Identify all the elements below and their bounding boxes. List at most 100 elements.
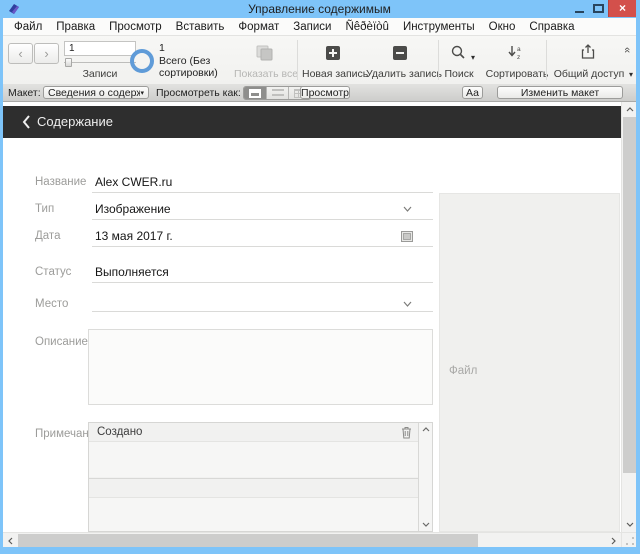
field-underline <box>92 246 433 247</box>
scroll-right-button[interactable] <box>606 533 621 547</box>
maximize-icon[interactable] <box>593 4 604 13</box>
resize-grip-icon <box>626 537 634 545</box>
scroll-up-icon[interactable] <box>422 427 430 432</box>
scroll-right-icon <box>611 537 616 544</box>
layout-bar: Макет: Сведения о содержимом ▾ Просмотре… <box>3 84 636 102</box>
delete-record-button[interactable]: Удалить запись <box>366 68 442 80</box>
notes-row[interactable]: Создано <box>89 423 418 441</box>
scroll-down-button[interactable] <box>622 517 636 532</box>
description-field-value[interactable] <box>88 329 433 405</box>
scroll-down-icon <box>626 522 633 527</box>
view-as-label: Просмотреть как: <box>156 87 241 99</box>
sort-button[interactable]: Сортировать <box>484 68 550 80</box>
trash-icon[interactable] <box>401 426 412 439</box>
record-slider[interactable] <box>64 62 136 63</box>
view-form-button[interactable] <box>244 87 266 99</box>
vertical-scrollbar[interactable] <box>621 102 636 532</box>
file-field-label: Файл <box>449 365 478 377</box>
content-header-title: Содержание <box>37 114 113 129</box>
record-number-input[interactable] <box>64 41 136 56</box>
field-underline <box>92 219 433 220</box>
menu-tools[interactable]: Инструменты <box>396 21 482 33</box>
horizontal-scrollbar[interactable] <box>3 532 621 547</box>
close-icon[interactable]: × <box>608 0 636 17</box>
content-header[interactable]: Содержание <box>3 106 621 138</box>
back-chevron-icon[interactable] <box>22 115 31 129</box>
status-toolbar: ‹ › Записи 1 Всего (Без сортировки) Пока… <box>3 36 636 84</box>
scroll-down-icon[interactable] <box>422 522 430 527</box>
file-container-field[interactable]: Файл <box>439 193 620 532</box>
notes-row-text[interactable]: Создано <box>97 426 142 438</box>
collapse-toolbar-icon[interactable]: « <box>621 47 633 53</box>
menu-format[interactable]: Формат <box>231 21 286 33</box>
layout-content: Содержание Название Alex CWER.ru Тип Изо… <box>3 102 621 532</box>
show-all-icon <box>256 45 273 61</box>
status-field-value[interactable]: Выполняется <box>95 265 169 279</box>
svg-text:a: a <box>517 46 521 53</box>
date-field-value[interactable]: 13 мая 2017 г. <box>95 229 173 243</box>
preview-button[interactable]: Просмотр <box>300 86 350 99</box>
horizontal-scrollbar-thumb[interactable] <box>18 534 478 547</box>
scroll-left-button[interactable] <box>3 533 18 547</box>
notes-portal: Создано <box>88 422 433 532</box>
layout-selector[interactable]: Сведения о содержимом ▾ <box>43 86 149 99</box>
place-dropdown-icon[interactable] <box>403 301 412 307</box>
notes-row[interactable] <box>89 479 418 497</box>
found-set-pie-icon[interactable] <box>130 49 154 73</box>
scroll-up-icon <box>626 107 633 112</box>
scroll-up-button[interactable] <box>622 102 636 117</box>
notes-row-body[interactable] <box>89 441 418 477</box>
found-label-line2: сортировки) <box>159 67 218 79</box>
sort-icon: a z <box>508 46 521 61</box>
status-field-label: Статус <box>35 266 72 278</box>
portal-scrollbar[interactable] <box>418 423 432 531</box>
minimize-icon[interactable] <box>575 11 584 13</box>
type-dropdown-icon[interactable] <box>403 206 412 212</box>
notes-row-body[interactable] <box>89 497 418 531</box>
field-underline <box>92 311 433 312</box>
menu-scripts[interactable]: Ñêðèïòû <box>338 21 395 33</box>
show-all-button[interactable]: Показать все <box>233 68 299 80</box>
found-count-block: 1 Всего (Без сортировки) <box>159 42 218 80</box>
new-record-button[interactable]: Новая запись <box>302 68 368 80</box>
edit-layout-button[interactable]: Изменить макет <box>497 86 623 99</box>
resize-grip[interactable] <box>621 532 636 547</box>
type-field-value[interactable]: Изображение <box>95 202 171 216</box>
menu-window[interactable]: Окно <box>482 21 523 33</box>
menu-file[interactable]: Файл <box>7 21 49 33</box>
next-record-button[interactable]: › <box>34 43 59 64</box>
find-button[interactable]: Поиск <box>439 68 479 80</box>
vertical-scrollbar-thumb[interactable] <box>623 117 636 473</box>
layout-label: Макет: <box>8 87 41 99</box>
date-field-label: Дата <box>35 230 61 242</box>
menu-view[interactable]: Просмотр <box>102 21 169 33</box>
titlebar: Управление содержимым × <box>3 0 636 18</box>
type-field-label: Тип <box>35 203 55 215</box>
menubar: Файл Правка Просмотр Вставить Формат Зап… <box>3 18 636 36</box>
description-field-label: Описание <box>35 336 88 348</box>
share-button[interactable]: Общий доступ <box>552 68 626 80</box>
calendar-icon[interactable] <box>401 230 413 242</box>
toolbar-separator <box>546 40 547 80</box>
find-dropdown-icon[interactable]: ▾ <box>471 53 475 62</box>
title-field-label: Название <box>35 176 87 188</box>
previous-record-button[interactable]: ‹ <box>8 43 33 64</box>
layout-selector-value: Сведения о содержимом <box>48 86 140 99</box>
find-icon <box>451 45 465 59</box>
menu-records[interactable]: Записи <box>286 21 338 33</box>
field-underline <box>92 192 433 193</box>
view-list-button[interactable] <box>266 87 288 99</box>
records-label: Записи <box>82 68 118 80</box>
form-view-icon <box>249 88 261 98</box>
record-slider-thumb[interactable] <box>65 58 72 67</box>
share-dropdown-icon[interactable]: ▾ <box>629 70 633 79</box>
menu-edit[interactable]: Правка <box>49 21 102 33</box>
menu-help[interactable]: Справка <box>522 21 581 33</box>
menu-insert[interactable]: Вставить <box>169 21 232 33</box>
field-underline <box>92 282 433 283</box>
window-title: Управление содержимым <box>248 2 391 16</box>
title-field-value[interactable]: Alex CWER.ru <box>95 175 172 189</box>
toolbar-separator <box>297 40 298 80</box>
delete-record-icon <box>393 46 407 60</box>
formatting-bar-button[interactable]: Аа <box>462 86 483 99</box>
